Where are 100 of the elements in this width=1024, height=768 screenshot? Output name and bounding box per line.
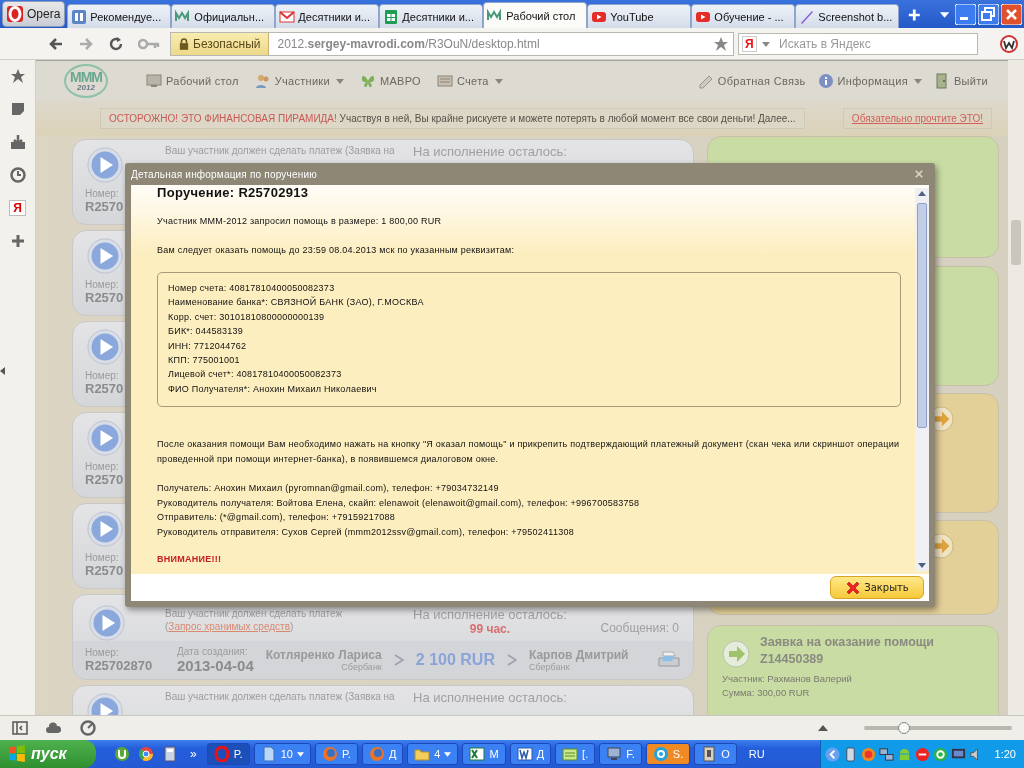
browser-tab[interactable]: Рекомендуе... [67,4,172,28]
chat-icon [652,746,669,762]
scrollbar[interactable] [915,188,929,571]
opera-logo-icon [7,6,23,22]
extension-icon[interactable] [1000,34,1018,53]
order-number: R2570 [85,563,125,578]
browser-tab[interactable]: YouTube [587,4,692,28]
language-indicator[interactable]: RU [748,748,765,760]
order-card[interactable]: Ваш участник должен сделать платеж (Заявка на На исполнение осталось: [72,685,694,715]
panel-icon [71,8,88,25]
taskbar-button[interactable]: 4 [407,743,459,765]
close-icon[interactable] [915,170,923,178]
attention-text: ВНИМАНИЕ!!! [157,554,223,565]
browser-tab[interactable]: Десятники и... [275,4,380,28]
taskbar-button[interactable]: [. [555,743,596,765]
taskbar-button[interactable]: O [694,743,737,765]
opera-menu-button[interactable]: Opera [2,1,66,27]
menu-item[interactable]: Выйти [933,73,988,89]
play-icon [87,511,123,547]
address-field[interactable]: 2012.sergey-mavrodi.com/R3OuN/desktop.html [269,36,713,51]
network-icon[interactable] [878,746,894,762]
taskbar-button[interactable]: 10 [253,743,311,765]
receiver-name: Карпов Дмитрий [528,648,629,662]
site-logo[interactable]: MMM 2012 [64,64,108,98]
deadline-text: Вам следует оказать помощь до 23:59 08.04.2013 мск по указанным реквизитам: [157,244,516,257]
scroll-up-icon[interactable] [918,191,926,196]
book-icon [701,746,718,762]
caret-icon[interactable] [762,41,770,47]
back-icon[interactable] [48,35,64,52]
menu-item[interactable]: Информация [817,73,922,89]
taskbar-button[interactable]: F. [599,743,642,765]
document-icon [260,746,277,762]
close-button[interactable]: Закрыть [830,576,924,599]
calculator-icon[interactable] [162,746,178,762]
order-number: R25702870 [85,658,154,673]
star-icon[interactable] [9,68,26,84]
detail-line: Лицевой счет*: 40817810400050082373 [168,368,343,382]
detail-line: Наименование банка*: СВЯЗНОЙ БАНК (ЗАО), Г.МОСКВА [168,295,425,310]
up-arrow-icon[interactable] [818,725,828,731]
browser-tab[interactable]: Обучение - ... [691,4,796,28]
menu-item[interactable]: МАВРО [359,73,421,89]
more-button[interactable]: » [190,747,197,761]
add-icon[interactable] [9,233,26,249]
taskbar-button[interactable]: S. [645,743,691,765]
pen-icon [799,8,816,25]
taskbar-button[interactable]: Д [361,743,404,765]
download-icon[interactable] [9,134,26,150]
speedometer-icon[interactable] [80,720,96,736]
cloud-icon[interactable] [46,720,62,736]
taskbar-button[interactable]: P. [206,743,250,765]
scroll-down-icon[interactable] [918,563,926,568]
collapse-icon[interactable] [0,367,5,375]
remaining-label: На исполнение осталось: [413,144,567,159]
instructions-text: После оказания помощи Вам необходимо нажать на кнопку "Я оказал помощь" и прикрепить подтверждающий платежный документ (скан чека или скриншот операции проведенной при помощи интернет-банка), в появившемся диалоговом окне. [157,438,901,467]
browser-icon[interactable] [138,746,154,762]
note-icon[interactable] [9,101,26,117]
scrollbar[interactable] [1008,60,1024,715]
start-button[interactable]: пуск [0,740,96,768]
reload-icon[interactable] [108,35,124,52]
star-icon[interactable] [713,35,729,52]
mail-icon [279,8,296,25]
detail-line: Корр. счет: 30101810800000000139 [168,310,326,324]
minimize-icon[interactable] [955,3,976,25]
clock: 1:20 [994,748,1016,760]
warning-link[interactable]: Обязательно прочтите ЭТО! [842,108,992,129]
chevron-icon[interactable] [824,746,840,762]
torrent-icon[interactable] [114,746,130,762]
target-icon[interactable] [932,746,948,762]
menu-item[interactable]: Обратная Связь [697,73,806,89]
yandex-panel-button[interactable]: Я [9,200,26,216]
browser-tab[interactable]: Screenshot b... [795,4,900,28]
windows-flag-icon [8,745,26,763]
new-tab-icon[interactable] [907,7,922,23]
browser-tab[interactable]: Рабочий стол [483,2,588,28]
clock-icon[interactable] [9,167,26,183]
contact-line: Отправитель: (*@gmail.com), телефон: +79159217088 [157,511,397,525]
order-number: R2570 [85,472,125,487]
panel-toggle-icon[interactable] [12,720,28,736]
menu-item[interactable]: Участники [254,73,344,89]
menu-item[interactable]: Счета [436,73,503,89]
zoom-slider[interactable] [864,722,1012,734]
stop-icon[interactable] [914,746,930,762]
menu-item[interactable]: Рабочий стол [146,73,239,89]
request-card[interactable]: Заявка на оказание помощи Z14450389 Участник: Рахманов Валерий Сумма: 300,00 RUR [707,625,999,715]
browser-tab[interactable]: Официальн... [171,4,276,28]
order-heading: Поручение: R25702913 [157,185,310,201]
caret-icon[interactable] [939,12,949,18]
taskbar-button[interactable]: Д [509,743,552,765]
request-title: Заявка на оказание помощи [760,634,935,651]
taskbar-button[interactable]: M [462,743,506,765]
taskbar-button[interactable]: P. [314,743,358,765]
globe-icon [368,746,385,762]
spreadsheet-icon [469,746,486,762]
maximize-icon[interactable] [978,3,999,25]
contact-line: Руководитель получателя: Войтова Елена, скайп: elenawoit (elenawoit@gmail.com), телефон: +996700583758 [157,496,641,510]
document-icon [516,746,533,762]
order-number: R2570 [85,290,125,305]
browser-tab[interactable]: Десятники и... [379,4,484,28]
warning-banner: ОСТОРОЖНО! ЭТО ФИНАНСОВАЯ ПИРАМИДА! Участвуя в ней, Вы крайне рискуете и можете потерять в любой момент все свои деньги! Далее... [100,108,805,129]
security-badge[interactable]: Безопасный [171,32,270,55]
